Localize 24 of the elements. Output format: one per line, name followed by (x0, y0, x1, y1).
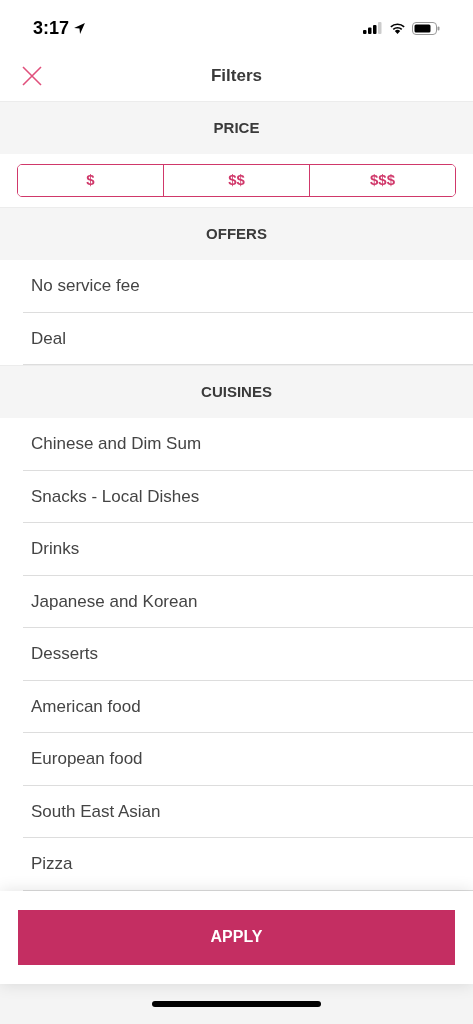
filter-option[interactable]: Drinks (23, 536, 80, 562)
filter-option[interactable]: Deal (23, 325, 66, 351)
section-header: PRICE (0, 101, 473, 154)
filter-option[interactable]: Pizza (23, 851, 73, 877)
header-title: Filters (211, 64, 262, 87)
apply-button[interactable]: APPLY (18, 909, 455, 965)
close-icon (22, 66, 42, 86)
location-icon (73, 21, 87, 35)
battery-icon (412, 21, 440, 35)
filter-option[interactable]: European food (23, 746, 143, 772)
filter-option[interactable]: Chinese and Dim Sum (23, 431, 202, 457)
price-option[interactable]: $$$ (309, 165, 455, 196)
wifi-icon (389, 22, 406, 34)
filter-option[interactable]: South East Asian (23, 798, 161, 824)
section-header: OFFERS (0, 207, 473, 260)
section-header: CUISINES (0, 365, 473, 418)
filter-option[interactable]: Japanese and Korean (23, 588, 198, 614)
close-button[interactable] (22, 66, 42, 86)
filter-option[interactable]: Snacks - Local Dishes (23, 483, 200, 509)
signal-icon (363, 22, 383, 34)
filter-option[interactable]: Desserts (23, 641, 99, 667)
status-time: 3:17 (33, 16, 70, 40)
filter-option[interactable]: No service fee (23, 273, 140, 299)
filter-option[interactable]: American food (23, 693, 141, 719)
